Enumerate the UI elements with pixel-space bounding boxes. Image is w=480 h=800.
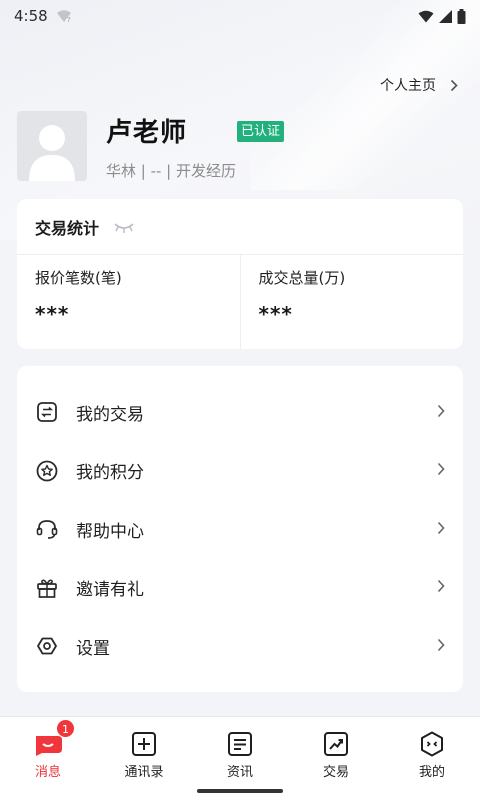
- nav-label: 通讯录: [124, 765, 164, 780]
- menu-item-my-points[interactable]: 我的积分: [17, 442, 463, 501]
- user-name: 卢老师: [106, 118, 188, 148]
- stats-value: ***: [258, 302, 293, 326]
- bottom-nav: 消息 1 通讯录 资讯 交易 我的: [0, 716, 480, 800]
- cell-signal-icon: [439, 9, 452, 23]
- star-circle-icon: [35, 459, 59, 483]
- stats-deal-volume: 成交总量(万) ***: [239, 255, 464, 349]
- status-time: 4:58: [14, 7, 48, 25]
- chevron-right-icon: [450, 79, 458, 92]
- wifi-question-icon: ?: [56, 9, 72, 23]
- menu-item-invite[interactable]: 邀请有礼: [17, 559, 463, 618]
- stats-quote-count: 报价笔数(笔) ***: [17, 255, 240, 349]
- nav-tab-messages[interactable]: 消息 1: [0, 717, 96, 800]
- nav-tab-trade[interactable]: 交易: [288, 717, 384, 800]
- gift-icon: [35, 576, 59, 600]
- nav-label: 交易: [322, 765, 349, 780]
- chevron-right-icon: [437, 520, 445, 539]
- menu-card: 我的交易 我的积分 帮助中心 邀请有礼 设置: [17, 366, 463, 692]
- contacts-plus-icon: [131, 731, 157, 757]
- stats-title: 交易统计: [35, 218, 100, 238]
- profile-home-link[interactable]: 个人主页: [380, 72, 458, 98]
- avatar-placeholder-icon: [29, 125, 75, 181]
- user-subtitle: 华林 | -- | 开发经历: [106, 162, 237, 180]
- trade-chart-icon: [323, 731, 349, 757]
- menu-item-help-center[interactable]: 帮助中心: [17, 500, 463, 559]
- verified-badge: 已认证: [237, 121, 285, 142]
- nav-tab-mine[interactable]: 我的: [384, 717, 480, 800]
- avatar[interactable]: [17, 111, 87, 181]
- svg-text:?: ?: [67, 16, 71, 23]
- chevron-right-icon: [437, 461, 445, 480]
- headset-icon: [35, 517, 59, 541]
- battery-icon: [457, 8, 466, 24]
- menu-item-settings[interactable]: 设置: [17, 617, 463, 676]
- chevron-right-icon: [437, 637, 445, 656]
- nav-tab-news[interactable]: 资讯: [192, 717, 288, 800]
- trade-swap-icon: [35, 400, 59, 424]
- stats-label: 报价笔数(笔): [35, 269, 122, 287]
- home-indicator[interactable]: [197, 789, 283, 793]
- chevron-right-icon: [437, 578, 445, 597]
- stats-value: ***: [35, 302, 70, 326]
- unread-badge: 1: [56, 719, 75, 738]
- menu-item-label: 设置: [76, 638, 110, 659]
- nav-label: 消息: [34, 765, 61, 780]
- nav-tab-contacts[interactable]: 通讯录: [96, 717, 192, 800]
- menu-item-label: 我的交易: [76, 404, 144, 425]
- profile-hex-icon: [419, 731, 445, 757]
- eye-closed-icon[interactable]: [113, 221, 135, 233]
- menu-item-label: 邀请有礼: [76, 580, 144, 601]
- stats-title-row: 交易统计: [17, 199, 463, 255]
- nav-label: 资讯: [226, 765, 253, 780]
- wifi-signal-icon: [418, 10, 434, 23]
- nav-label: 我的: [418, 765, 445, 780]
- news-icon: [227, 731, 253, 757]
- status-bar: 4:58 ?: [0, 0, 480, 32]
- settings-hexagon-icon: [35, 634, 59, 658]
- status-right-icons: [418, 8, 466, 24]
- profile-home-label: 个人主页: [380, 78, 436, 94]
- stats-label: 成交总量(万): [258, 269, 346, 287]
- chevron-right-icon: [437, 403, 445, 422]
- menu-item-my-trades[interactable]: 我的交易: [17, 383, 463, 442]
- trade-stats-card: 交易统计 报价笔数(笔) *** 成交总量(万) ***: [17, 199, 463, 349]
- menu-item-label: 帮助中心: [76, 521, 144, 542]
- menu-item-label: 我的积分: [76, 463, 144, 484]
- stats-columns: 报价笔数(笔) *** 成交总量(万) ***: [17, 255, 463, 349]
